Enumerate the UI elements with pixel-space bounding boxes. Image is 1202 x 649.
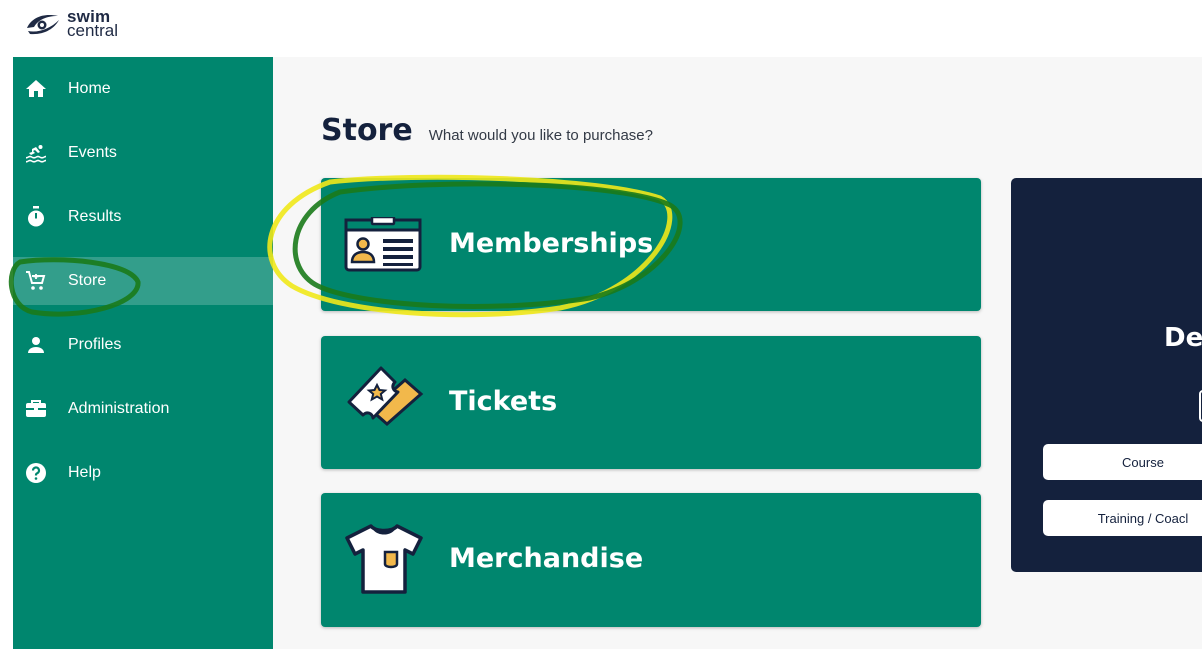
stopwatch-icon — [28, 206, 44, 227]
merchandise-card[interactable]: Merchandise — [321, 493, 981, 627]
sidebar-item-label: Store — [68, 272, 107, 289]
main-content: Store What would you like to purchase? M… — [273, 57, 1202, 649]
sidebar-item-label: Help — [68, 464, 101, 481]
sidebar-item-label: Results — [68, 208, 122, 225]
tshirt-icon — [345, 524, 423, 594]
promo-panel: De Course Training / Coacl — [1011, 178, 1202, 572]
swim-logo-icon — [27, 15, 59, 35]
sidebar-item-label: Home — [68, 80, 111, 97]
logo-text-central: central — [67, 21, 119, 40]
id-card-icon — [344, 217, 422, 272]
swimmer-icon — [26, 145, 46, 163]
page-title: Store — [321, 113, 413, 148]
tickets-card[interactable]: Tickets — [321, 336, 981, 469]
sidebar-item-help[interactable]: Help — [13, 449, 273, 497]
memberships-card-label: Memberships — [449, 228, 654, 259]
sidebar-item-profiles[interactable]: Profiles — [13, 321, 273, 369]
briefcase-icon — [26, 400, 46, 417]
top-bar: swim central — [0, 0, 1202, 57]
ticket-icon — [347, 366, 424, 426]
sidebar-item-events[interactable]: Events — [13, 129, 273, 177]
sidebar-item-administration[interactable]: Administration — [13, 385, 273, 433]
training-coaching-button[interactable]: Training / Coacl — [1043, 500, 1202, 536]
sidebar-item-results[interactable]: Results — [13, 193, 273, 241]
sidebar-item-home[interactable]: Home — [13, 65, 273, 113]
sidebar-item-store[interactable]: Store — [13, 257, 273, 305]
memberships-card[interactable]: Memberships — [321, 178, 981, 311]
cart-icon — [26, 271, 46, 290]
promo-title: De — [1164, 323, 1202, 353]
sidebar: Home Events Results Store Profiles Admin… — [13, 57, 273, 649]
tickets-card-label: Tickets — [449, 386, 558, 417]
course-button[interactable]: Course — [1043, 444, 1202, 480]
page-subtitle: What would you like to purchase? — [428, 127, 653, 144]
merchandise-card-label: Merchandise — [449, 543, 644, 574]
sidebar-item-label: Administration — [68, 400, 170, 417]
person-icon — [28, 337, 44, 353]
swim-central-logo[interactable]: swim central — [24, 8, 119, 40]
help-icon — [26, 463, 46, 483]
home-icon — [26, 80, 46, 97]
sidebar-item-label: Profiles — [68, 336, 122, 353]
sidebar-item-label: Events — [68, 144, 117, 161]
